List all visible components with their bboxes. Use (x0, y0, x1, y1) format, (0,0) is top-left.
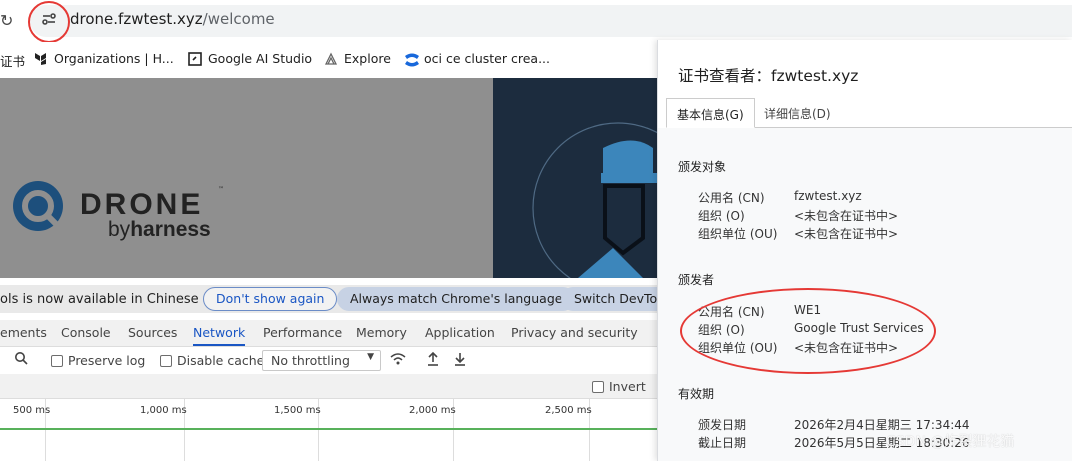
url-text[interactable]: drone.fzwtest.xyz/welcome (70, 10, 275, 28)
tab-sources[interactable]: Sources (128, 325, 177, 340)
logo-tagline-prefix: by (108, 218, 131, 241)
network-timeline: 500 ms 1,000 ms 1,500 ms 2,000 ms 2,500 … (0, 398, 660, 461)
tab-application[interactable]: Application (425, 325, 495, 340)
bookmark-item[interactable]: 证书 (0, 51, 25, 70)
bookmark-label: 证书 (0, 54, 26, 69)
timeline-label: 500 ms (13, 405, 51, 416)
issued-by-heading: 颁发者 (678, 273, 715, 287)
throttling-value: No throttling (271, 353, 350, 368)
tab-elements[interactable]: ements (0, 325, 47, 340)
reload-icon[interactable]: ↻ (0, 11, 16, 31)
language-notice: ols is now available in Chinese (0, 292, 199, 307)
issued-to-cn-key: 公用名 (CN) (698, 191, 765, 205)
certificate-viewer: 证书查看者：fzwtest.xyz 基本信息(G) 详细信息(D) 颁发对象 公… (657, 40, 1072, 461)
url-host: drone.fzwtest.xyz (70, 10, 203, 28)
url-path: /welcome (202, 10, 275, 28)
cert-tabs: 基本信息(G) 详细信息(D) (666, 98, 1072, 128)
timeline-activity-bar (0, 428, 660, 430)
bookmark-item[interactable]: oci ce cluster crea... (404, 51, 550, 66)
bookmark-item[interactable]: Explore (324, 51, 391, 66)
bookmark-label: Google AI Studio (208, 51, 313, 66)
disable-cache-checkbox[interactable]: Disable cache (160, 353, 264, 368)
checkbox-box (160, 355, 172, 367)
ai-studio-icon (188, 51, 202, 66)
issued-on-key: 颁发日期 (698, 418, 747, 432)
always-match-language-button[interactable]: Always match Chrome's language (337, 287, 576, 311)
tab-privacy-security[interactable]: Privacy and security (511, 325, 638, 340)
expires-on-key: 截止日期 (698, 436, 747, 450)
preserve-log-label: Preserve log (68, 353, 146, 368)
confluence-icon (404, 52, 419, 66)
issued-to-o-key: 组织 (O) (698, 209, 745, 223)
checkbox-box (592, 381, 604, 393)
invert-label: Invert (609, 379, 646, 394)
tab-general[interactable]: 基本信息(G) (666, 98, 755, 128)
issued-to-ou-key: 组织单位 (OU) (698, 227, 778, 241)
timeline-label: 1,500 ms (274, 405, 321, 416)
bookmark-label: Organizations | H... (54, 51, 174, 66)
search-icon[interactable] (14, 351, 28, 368)
bookmark-label: Explore (344, 51, 391, 66)
drone-logo-icon (13, 181, 63, 231)
devtools-tabs: ements Console Sources Network Performan… (0, 320, 660, 346)
timeline-label: 2,500 ms (545, 405, 592, 416)
issued-to-o-value: <未包含在证书中> (794, 209, 899, 223)
throttling-select[interactable]: No throttling ▼ (262, 350, 381, 371)
checkbox-box (51, 355, 63, 367)
logo-tagline-brand: harness (130, 218, 211, 241)
tab-details[interactable]: 详细信息(D) (754, 98, 841, 128)
annotation-circle-site-info (28, 1, 70, 43)
logo-wordmark: DRONE (80, 188, 204, 221)
tab-console[interactable]: Console (61, 325, 111, 340)
bookmark-label: oci ce cluster crea... (424, 51, 550, 66)
disable-cache-label: Disable cache (177, 353, 265, 368)
tab-network[interactable]: Network (193, 325, 246, 346)
hero-illustration (493, 78, 663, 278)
upload-icon[interactable] (426, 351, 440, 370)
annotation-circle-issuer (680, 288, 936, 374)
logo-trademark: ™ (218, 186, 224, 193)
explore-icon (324, 52, 338, 66)
filter-row: Invert (0, 374, 660, 398)
network-toolbar: Preserve log Disable cache No throttling… (0, 346, 660, 374)
terraform-icon (34, 52, 48, 66)
validity-heading: 有效期 (678, 387, 715, 401)
invert-checkbox[interactable]: Invert (592, 379, 646, 394)
tab-performance[interactable]: Performance (263, 325, 342, 340)
drone-logo: DRONE ™ byharness (12, 180, 224, 250)
preserve-log-checkbox[interactable]: Preserve log (51, 353, 145, 368)
bookmarks-bar: 证书 Organizations | H... Google AI Studio… (0, 42, 660, 76)
issued-to-ou-value: <未包含在证书中> (794, 227, 899, 241)
watermark: CSDN @炸裂狸花猫 (886, 434, 1015, 450)
tab-memory[interactable]: Memory (356, 325, 407, 340)
issued-to-heading: 颁发对象 (678, 160, 727, 174)
dropdown-arrow-icon: ▼ (367, 352, 374, 362)
download-icon[interactable] (453, 351, 467, 370)
timeline-label: 1,000 ms (140, 405, 187, 416)
network-conditions-icon[interactable] (389, 351, 407, 370)
logo-tagline: byharness (108, 218, 211, 242)
address-bar-row: ↻ drone.fzwtest.xyz/welcome (0, 0, 1072, 42)
issued-to-cn-value: fzwtest.xyz (794, 189, 862, 203)
timeline-label: 2,000 ms (409, 405, 456, 416)
devtools-language-bar: ols is now available in Chinese Don't sh… (0, 285, 678, 313)
cert-viewer-title: 证书查看者：fzwtest.xyz (678, 67, 859, 85)
bookmark-item[interactable]: Google AI Studio (188, 51, 312, 66)
bookmark-item[interactable]: Organizations | H... (34, 51, 174, 66)
dont-show-again-button[interactable]: Don't show again (203, 287, 338, 311)
